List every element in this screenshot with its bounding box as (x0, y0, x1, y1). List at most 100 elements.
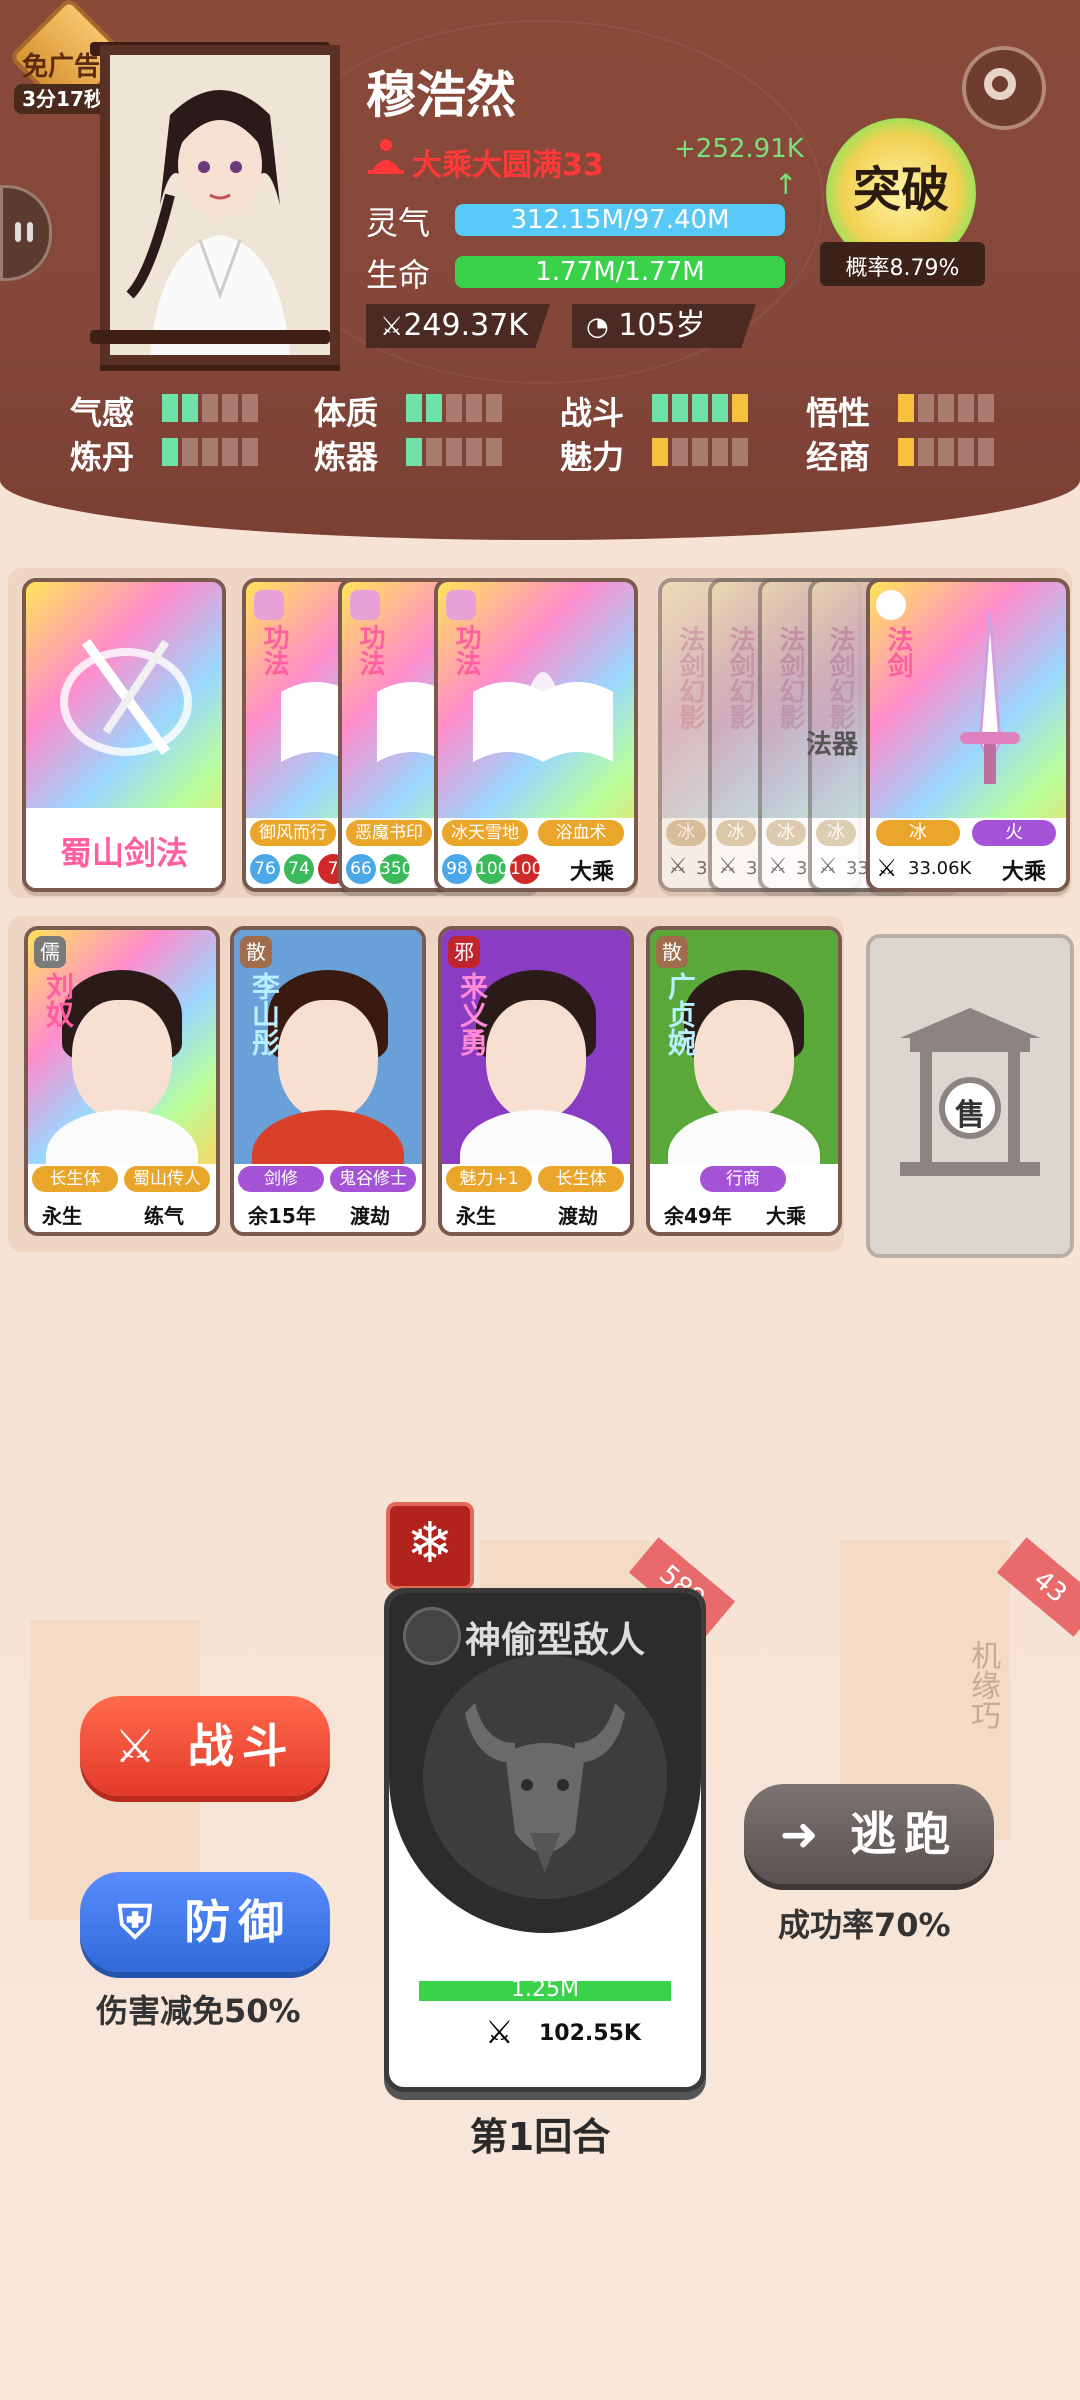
weapon-type: 法剑 (883, 626, 913, 678)
character-header: 免广告 3分17秒 穆浩然 大乘大圆满33 +252.91K ↑ 灵气 312.… (0, 0, 1080, 540)
demon-skull-icon (403, 1607, 461, 1665)
companion-stage: 练气 (144, 1204, 184, 1228)
side-menu-handle[interactable] (0, 185, 52, 281)
weapon-stack-tag: 冰 (766, 820, 806, 846)
sell-slot[interactable]: 售 (866, 934, 1074, 1258)
companion-trait: 剑修 (238, 1166, 324, 1192)
fight-button[interactable]: ⚔ 战斗 (80, 1696, 330, 1796)
gear-icon (984, 68, 1016, 100)
crossed-swords-icon: ⚔ (380, 312, 404, 342)
technique-name: 冰天雪地 (442, 820, 528, 846)
attribute-level-bar (162, 394, 262, 422)
attribute-pip (732, 394, 748, 422)
weapon-stack-value: 3 (696, 858, 708, 879)
technique-extra-name: 浴血术 (538, 820, 624, 846)
main-skill-card[interactable]: 蜀山剑法 (22, 578, 226, 892)
attribute-pip (938, 394, 954, 422)
technique-stat: 98 (442, 854, 472, 884)
gain-arrow-icon: ↑ (774, 168, 798, 201)
spirit-bar: 312.15M/97.40M (455, 204, 785, 236)
attribute-label: 经商 (806, 438, 871, 476)
attribute-pip (202, 438, 218, 466)
attribute-pip (202, 394, 218, 422)
character-portrait-art (110, 55, 330, 355)
flee-button[interactable]: ➜ 逃跑 (744, 1784, 994, 1884)
crossed-swords-icon: ⚔ (768, 854, 788, 879)
companion-card[interactable]: 儒刘奴 长生体 蜀山传人 永生 练气 (24, 926, 220, 1236)
attribute-pip (162, 438, 178, 466)
companion-trait: 长生体 (538, 1166, 624, 1192)
attribute-pip (978, 394, 994, 422)
spirit-label: 灵气 (366, 204, 431, 242)
open-book-icon (473, 672, 613, 762)
defend-button[interactable]: ⛨ 防御 (80, 1872, 330, 1972)
companion-card[interactable]: 散广贞婉 行商 余49年 大乘 (646, 926, 842, 1236)
scroll-rod-bottom (90, 330, 330, 344)
sword-icon (960, 611, 1020, 784)
technique-stat: 66 (346, 854, 376, 884)
technique-book-icon (446, 590, 476, 620)
attribute-pip (938, 438, 954, 466)
technique-card[interactable]: 功法 冰天雪地 98 100 100 浴血术 大乘 (434, 578, 638, 892)
attribute-pip (242, 394, 258, 422)
crossed-swords-icon: ⚔ (876, 854, 898, 882)
attribute-pip (732, 438, 748, 466)
companion-trait: 行商 (700, 1166, 786, 1192)
weapon-realm: 大乘 (1002, 860, 1047, 885)
character-portrait[interactable] (100, 45, 340, 365)
technique-book-icon (254, 590, 284, 620)
attribute-pip (182, 438, 198, 466)
arrow-right-icon: ➜ (779, 1807, 827, 1861)
attribute-level-bar (898, 394, 998, 422)
companion-stage: 大乘 (766, 1204, 806, 1228)
enemy-hp-value: 1.25M (511, 1977, 579, 2002)
technique-name: 御风而行 (250, 820, 336, 846)
weapon-card[interactable]: 法剑 冰 火 ⚔ 33.06K 大乘 (866, 578, 1070, 892)
attribute-pip (692, 394, 708, 422)
attribute-pip (466, 438, 482, 466)
companion-sect-badge: 散 (240, 936, 272, 968)
attribute-pip (672, 394, 688, 422)
companion-stage: 渡劫 (350, 1204, 390, 1228)
companion-face (72, 1000, 172, 1120)
companion-face (694, 1000, 794, 1120)
attribute-pip (958, 394, 974, 422)
enemy-hp-bar: 1.25M (419, 1977, 671, 2002)
spirit-gain-rate: +252.91K (674, 134, 804, 164)
attribute-label: 炼丹 (70, 438, 135, 476)
companion-name: 广贞婉 (664, 972, 697, 1056)
companion-trait: 魅力+1 (446, 1166, 532, 1192)
enemy-card[interactable]: 神偷型敌人 1.25M ⚔ 102.55K (384, 1588, 706, 2092)
companion-card[interactable]: 邪来义勇 魅力+1 长生体 永生 渡劫 (438, 926, 634, 1236)
attribute-label: 体质 (314, 394, 379, 432)
attribute-label: 气感 (70, 394, 135, 432)
attribute-pip (672, 438, 688, 466)
technique-realm: 大乘 (570, 860, 615, 885)
companion-card[interactable]: 散李山彤 剑修 鬼谷修士 余15年 渡劫 (230, 926, 426, 1236)
technique-stat: 76 (250, 854, 280, 884)
life-label: 生命 (366, 256, 431, 294)
technique-book-icon (350, 590, 380, 620)
weapon-power: 33.06K (908, 858, 972, 879)
ad-badge-timer: 3分17秒 (14, 84, 112, 114)
companion-lifespan: 永生 (456, 1204, 496, 1228)
attribute-pip (242, 438, 258, 466)
defend-note: 伤害减免50% (96, 1992, 301, 2030)
freeze-status-badge[interactable]: ❄ (386, 1502, 474, 1590)
attribute-label: 魅力 (560, 438, 625, 476)
attribute-label: 悟性 (806, 394, 871, 432)
crossed-swords-icon: ⚔ (718, 854, 738, 879)
life-bar: 1.77M/1.77M (455, 256, 785, 288)
snowflake-icon: ❄ (406, 1511, 454, 1576)
attribute-pip (918, 394, 934, 422)
breakthrough-label: 突破 (852, 162, 949, 218)
technique-name: 恶魔书印 (346, 820, 432, 846)
attribute-pip (918, 438, 934, 466)
attribute-pip (446, 438, 462, 466)
weapon-stack-tag: 冰 (716, 820, 756, 846)
technique-stat: 74 (284, 854, 314, 884)
attribute-pip (692, 438, 708, 466)
attribute-label: 炼器 (314, 438, 379, 476)
weapon-stack-tag: 冰 (666, 820, 706, 846)
attribute-level-bar (162, 438, 262, 466)
